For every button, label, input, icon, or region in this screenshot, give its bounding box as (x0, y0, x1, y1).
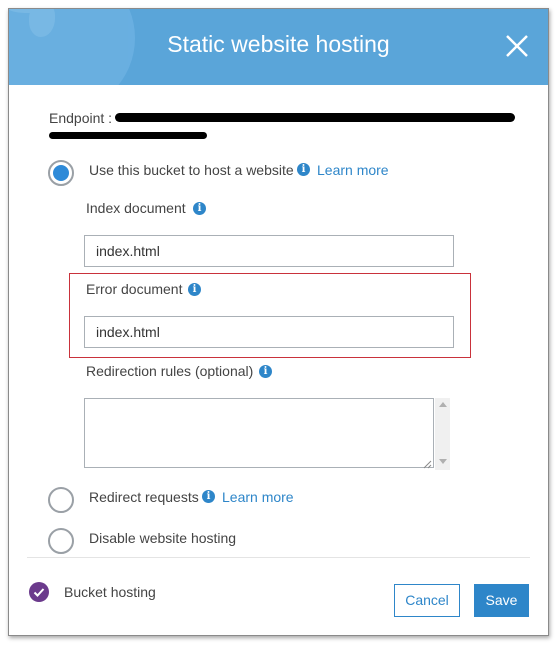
radio-redirect-requests[interactable] (48, 487, 74, 513)
save-button[interactable]: Save (474, 584, 529, 617)
info-icon[interactable]: i (193, 202, 206, 215)
redirection-rules-label: Redirection rules (optional) (86, 363, 254, 379)
redirection-rules-textarea[interactable] (84, 398, 434, 468)
scroll-down-arrow-icon[interactable] (439, 459, 447, 464)
redacted-endpoint-url-continued (49, 132, 207, 139)
checkmark-icon (29, 582, 49, 602)
bucket-hosting-label: Bucket hosting (64, 584, 156, 600)
textarea-scrollbar[interactable] (435, 398, 450, 470)
footer-divider (27, 557, 530, 558)
index-document-label: Index document (86, 200, 186, 216)
dialog-header: Static website hosting (9, 9, 548, 85)
redirect-learn-more-link[interactable]: Learn more (222, 489, 294, 505)
dialog-title: Static website hosting (167, 31, 390, 57)
host-website-label: Use this bucket to host a website (89, 162, 294, 178)
host-learn-more-link[interactable]: Learn more (317, 162, 389, 178)
static-website-hosting-dialog: Static website hosting Endpoint : Use th… (8, 8, 549, 636)
info-icon[interactable]: i (188, 283, 201, 296)
cancel-button[interactable]: Cancel (394, 584, 460, 617)
redirect-requests-label: Redirect requests (89, 489, 199, 505)
error-document-input[interactable]: index.html (84, 316, 454, 348)
error-document-label: Error document (86, 281, 183, 297)
redacted-endpoint-url (115, 113, 515, 122)
info-icon[interactable]: i (202, 490, 215, 503)
radio-host-website[interactable] (48, 160, 74, 186)
close-icon[interactable] (504, 33, 530, 59)
info-icon[interactable]: i (297, 163, 310, 176)
radio-disable-hosting[interactable] (48, 528, 74, 554)
index-document-input[interactable]: index.html (84, 235, 454, 267)
scroll-up-arrow-icon[interactable] (439, 402, 447, 407)
info-icon[interactable]: i (259, 365, 272, 378)
disable-hosting-label: Disable website hosting (89, 530, 237, 546)
resize-grip-icon[interactable] (422, 456, 432, 469)
endpoint-label: Endpoint : (49, 110, 113, 126)
